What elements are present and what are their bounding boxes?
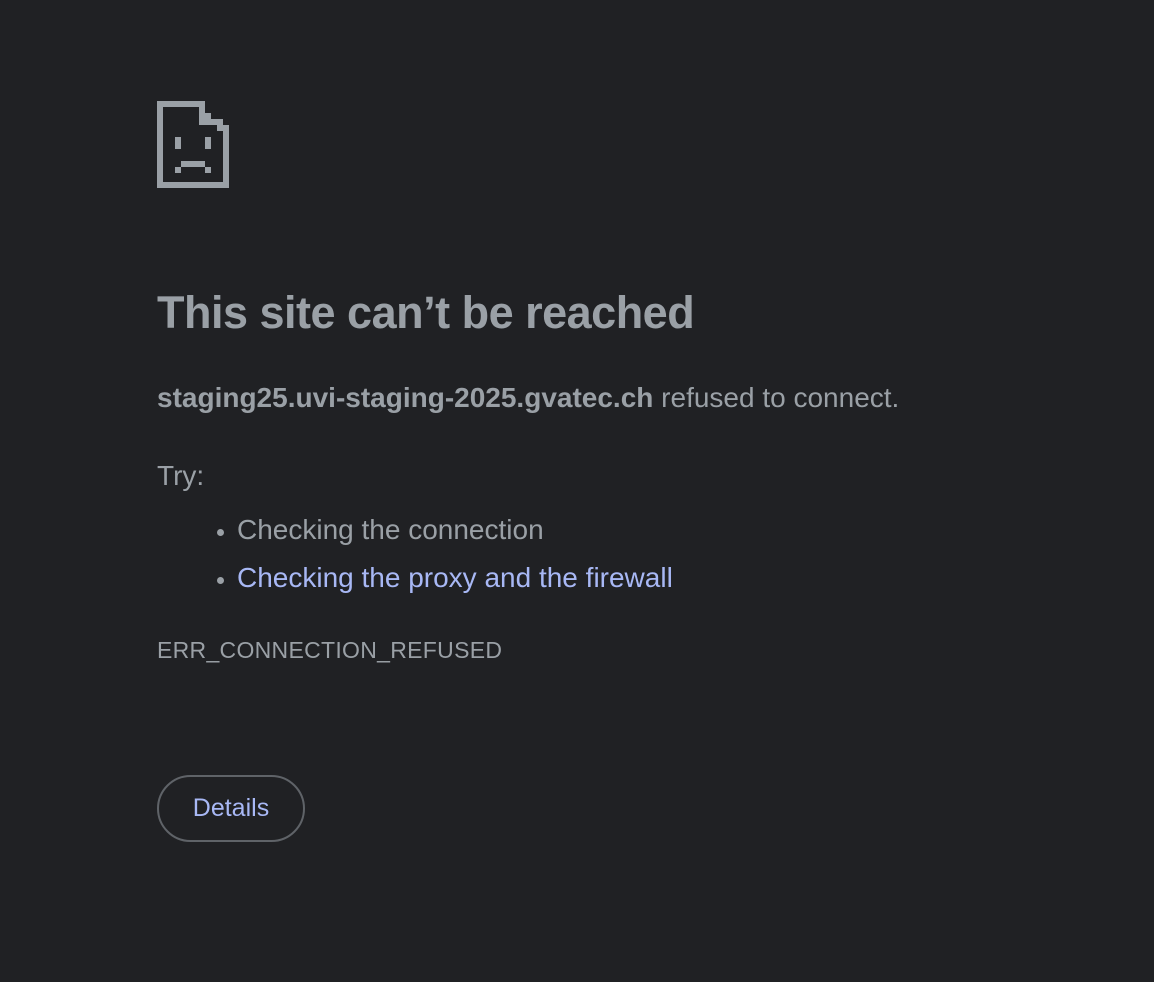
suggestions-list: Checking the connection Checking the pro… — [157, 506, 673, 602]
details-button[interactable]: Details — [157, 775, 305, 842]
host-name: staging25.uvi-staging-2025.gvatec.ch — [157, 382, 654, 413]
error-code: ERR_CONNECTION_REFUSED — [157, 637, 503, 663]
try-label: Try: — [157, 460, 205, 491]
proxy-firewall-link[interactable]: Checking the proxy and the firewall — [237, 562, 673, 593]
suggestion-check-connection: Checking the connection — [237, 506, 673, 554]
error-page: This site can’t be reached staging25.uvi… — [0, 0, 1154, 982]
suggestion-check-proxy-firewall: Checking the proxy and the firewall — [237, 554, 673, 602]
sad-document-icon — [157, 101, 229, 188]
summary-message: refused to connect. — [653, 382, 900, 413]
page-title: This site can’t be reached — [157, 287, 695, 338]
error-summary: staging25.uvi-staging-2025.gvatec.ch ref… — [157, 380, 899, 416]
suggestion-label: Checking the connection — [237, 514, 544, 545]
